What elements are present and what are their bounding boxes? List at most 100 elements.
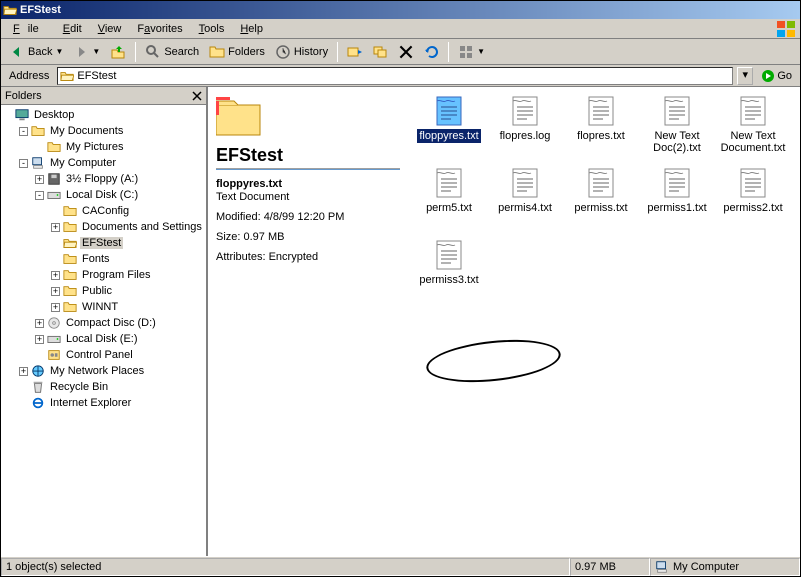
undo-button[interactable] xyxy=(419,42,443,62)
address-dropdown-button[interactable]: ▾ xyxy=(737,67,753,85)
go-button[interactable]: Go xyxy=(757,68,796,84)
file-item[interactable]: permiss3.txt xyxy=(412,239,486,309)
expand-icon[interactable]: + xyxy=(51,287,60,296)
tree-node-label: Program Files xyxy=(80,269,152,281)
file-label: permiss2.txt xyxy=(721,201,784,215)
text-file-icon xyxy=(433,239,465,271)
tree-spacer xyxy=(51,255,60,264)
selected-file-attributes: Attributes: Encrypted xyxy=(216,251,400,263)
expand-icon[interactable]: + xyxy=(35,175,44,184)
text-file-icon xyxy=(433,95,465,127)
file-label: permis4.txt xyxy=(496,201,554,215)
tree-node-label: Internet Explorer xyxy=(48,397,133,409)
disk-icon xyxy=(47,188,61,202)
file-item[interactable]: flopres.txt xyxy=(564,95,638,165)
folder-icon xyxy=(63,252,77,266)
tree-node[interactable]: Desktop xyxy=(3,107,204,123)
copy-to-button[interactable] xyxy=(369,42,393,62)
tree-node[interactable]: My Pictures xyxy=(3,139,204,155)
selected-file-type: Text Document xyxy=(216,191,400,203)
views-icon xyxy=(458,44,474,60)
tree-spacer xyxy=(35,351,44,360)
text-file-icon xyxy=(661,95,693,127)
tree-node[interactable]: Fonts xyxy=(3,251,204,267)
move-to-button[interactable] xyxy=(343,42,367,62)
file-item[interactable]: permis4.txt xyxy=(488,167,562,237)
expand-icon[interactable]: + xyxy=(35,319,44,328)
expand-icon[interactable]: + xyxy=(51,303,60,312)
file-label: permiss1.txt xyxy=(645,201,708,215)
disk-icon xyxy=(47,332,61,346)
menu-favorites[interactable]: Favorites xyxy=(129,21,190,37)
tree-node[interactable]: EFStest xyxy=(3,235,204,251)
file-item[interactable]: New Text Document.txt xyxy=(716,95,790,165)
computer-icon xyxy=(655,560,669,574)
menu-tools[interactable]: Tools xyxy=(191,21,233,37)
delete-button[interactable] xyxy=(395,43,417,61)
toolbar-separator xyxy=(135,42,136,62)
tree-node-label: Compact Disc (D:) xyxy=(64,317,158,329)
file-item[interactable]: perm5.txt xyxy=(412,167,486,237)
tree-node[interactable]: -My Computer xyxy=(3,155,204,171)
close-icon[interactable] xyxy=(192,91,202,101)
file-item[interactable]: New Text Doc(2).txt xyxy=(640,95,714,165)
windows-logo-icon xyxy=(776,20,796,38)
tree-node[interactable]: Recycle Bin xyxy=(3,379,204,395)
folder-icon xyxy=(63,204,77,218)
menu-view[interactable]: View xyxy=(90,21,130,37)
forward-button[interactable]: ▼ xyxy=(69,42,104,62)
file-item[interactable]: permiss2.txt xyxy=(716,167,790,237)
views-button[interactable]: ▼ xyxy=(454,42,489,62)
file-item[interactable]: permiss1.txt xyxy=(640,167,714,237)
tree-node[interactable]: +3½ Floppy (A:) xyxy=(3,171,204,187)
up-button[interactable] xyxy=(106,42,130,62)
expand-icon[interactable]: + xyxy=(19,367,28,376)
network-icon xyxy=(31,364,45,378)
address-input[interactable]: EFStest xyxy=(57,67,733,85)
expand-icon[interactable]: + xyxy=(35,335,44,344)
history-button[interactable]: History xyxy=(271,42,332,62)
tree-node[interactable]: + My Network Places xyxy=(3,363,204,379)
tree-node[interactable]: + Program Files xyxy=(3,267,204,283)
file-item[interactable]: permiss.txt xyxy=(564,167,638,237)
toolbar: Back ▼ ▼ Search Folders History ▼ xyxy=(1,39,800,65)
status-location: My Computer xyxy=(650,558,800,576)
collapse-icon[interactable]: - xyxy=(19,127,28,136)
tree-node[interactable]: +Local Disk (E:) xyxy=(3,331,204,347)
folders-button[interactable]: Folders xyxy=(205,42,269,62)
search-button[interactable]: Search xyxy=(141,42,203,62)
text-file-icon xyxy=(737,167,769,199)
titlebar[interactable]: EFStest xyxy=(1,1,800,19)
folder-tree[interactable]: Desktop -My DocumentsMy Pictures-My Compu… xyxy=(1,105,206,556)
expand-icon[interactable]: + xyxy=(51,223,60,232)
tree-node[interactable]: -Local Disk (C:) xyxy=(3,187,204,203)
tree-node[interactable]: CAConfig xyxy=(3,203,204,219)
menu-file[interactable]: File xyxy=(5,21,55,37)
desktop-icon xyxy=(15,108,29,122)
tree-node[interactable]: -My Documents xyxy=(3,123,204,139)
file-grid[interactable]: floppyres.txtflopres.logflopres.txtNew T… xyxy=(408,87,800,556)
collapse-icon[interactable]: - xyxy=(19,159,28,168)
menu-edit[interactable]: Edit xyxy=(55,21,90,37)
history-icon xyxy=(275,44,291,60)
tree-node[interactable]: +WINNT xyxy=(3,299,204,315)
tree-node-label: Desktop xyxy=(32,109,76,121)
tree-node[interactable]: + Compact Disc (D:) xyxy=(3,315,204,331)
tree-node-label: My Network Places xyxy=(48,365,146,377)
file-item[interactable]: floppyres.txt xyxy=(412,95,486,165)
tree-node[interactable]: +Public xyxy=(3,283,204,299)
tree-node-label: Fonts xyxy=(80,253,112,265)
tree-node-label: Recycle Bin xyxy=(48,381,110,393)
menu-help[interactable]: Help xyxy=(232,21,271,37)
tree-node[interactable]: Internet Explorer xyxy=(3,395,204,411)
file-item[interactable]: flopres.log xyxy=(488,95,562,165)
collapse-icon[interactable]: - xyxy=(35,191,44,200)
back-button[interactable]: Back ▼ xyxy=(5,42,67,62)
info-panel: EFStest floppyres.txt Text Document Modi… xyxy=(208,87,408,556)
expand-icon[interactable]: + xyxy=(51,271,60,280)
tree-node[interactable]: + Documents and Settings xyxy=(3,219,204,235)
folder-name: EFStest xyxy=(216,145,400,166)
text-file-icon xyxy=(433,167,465,199)
tree-node[interactable]: Control Panel xyxy=(3,347,204,363)
tree-node-label: Documents and Settings xyxy=(80,221,204,233)
